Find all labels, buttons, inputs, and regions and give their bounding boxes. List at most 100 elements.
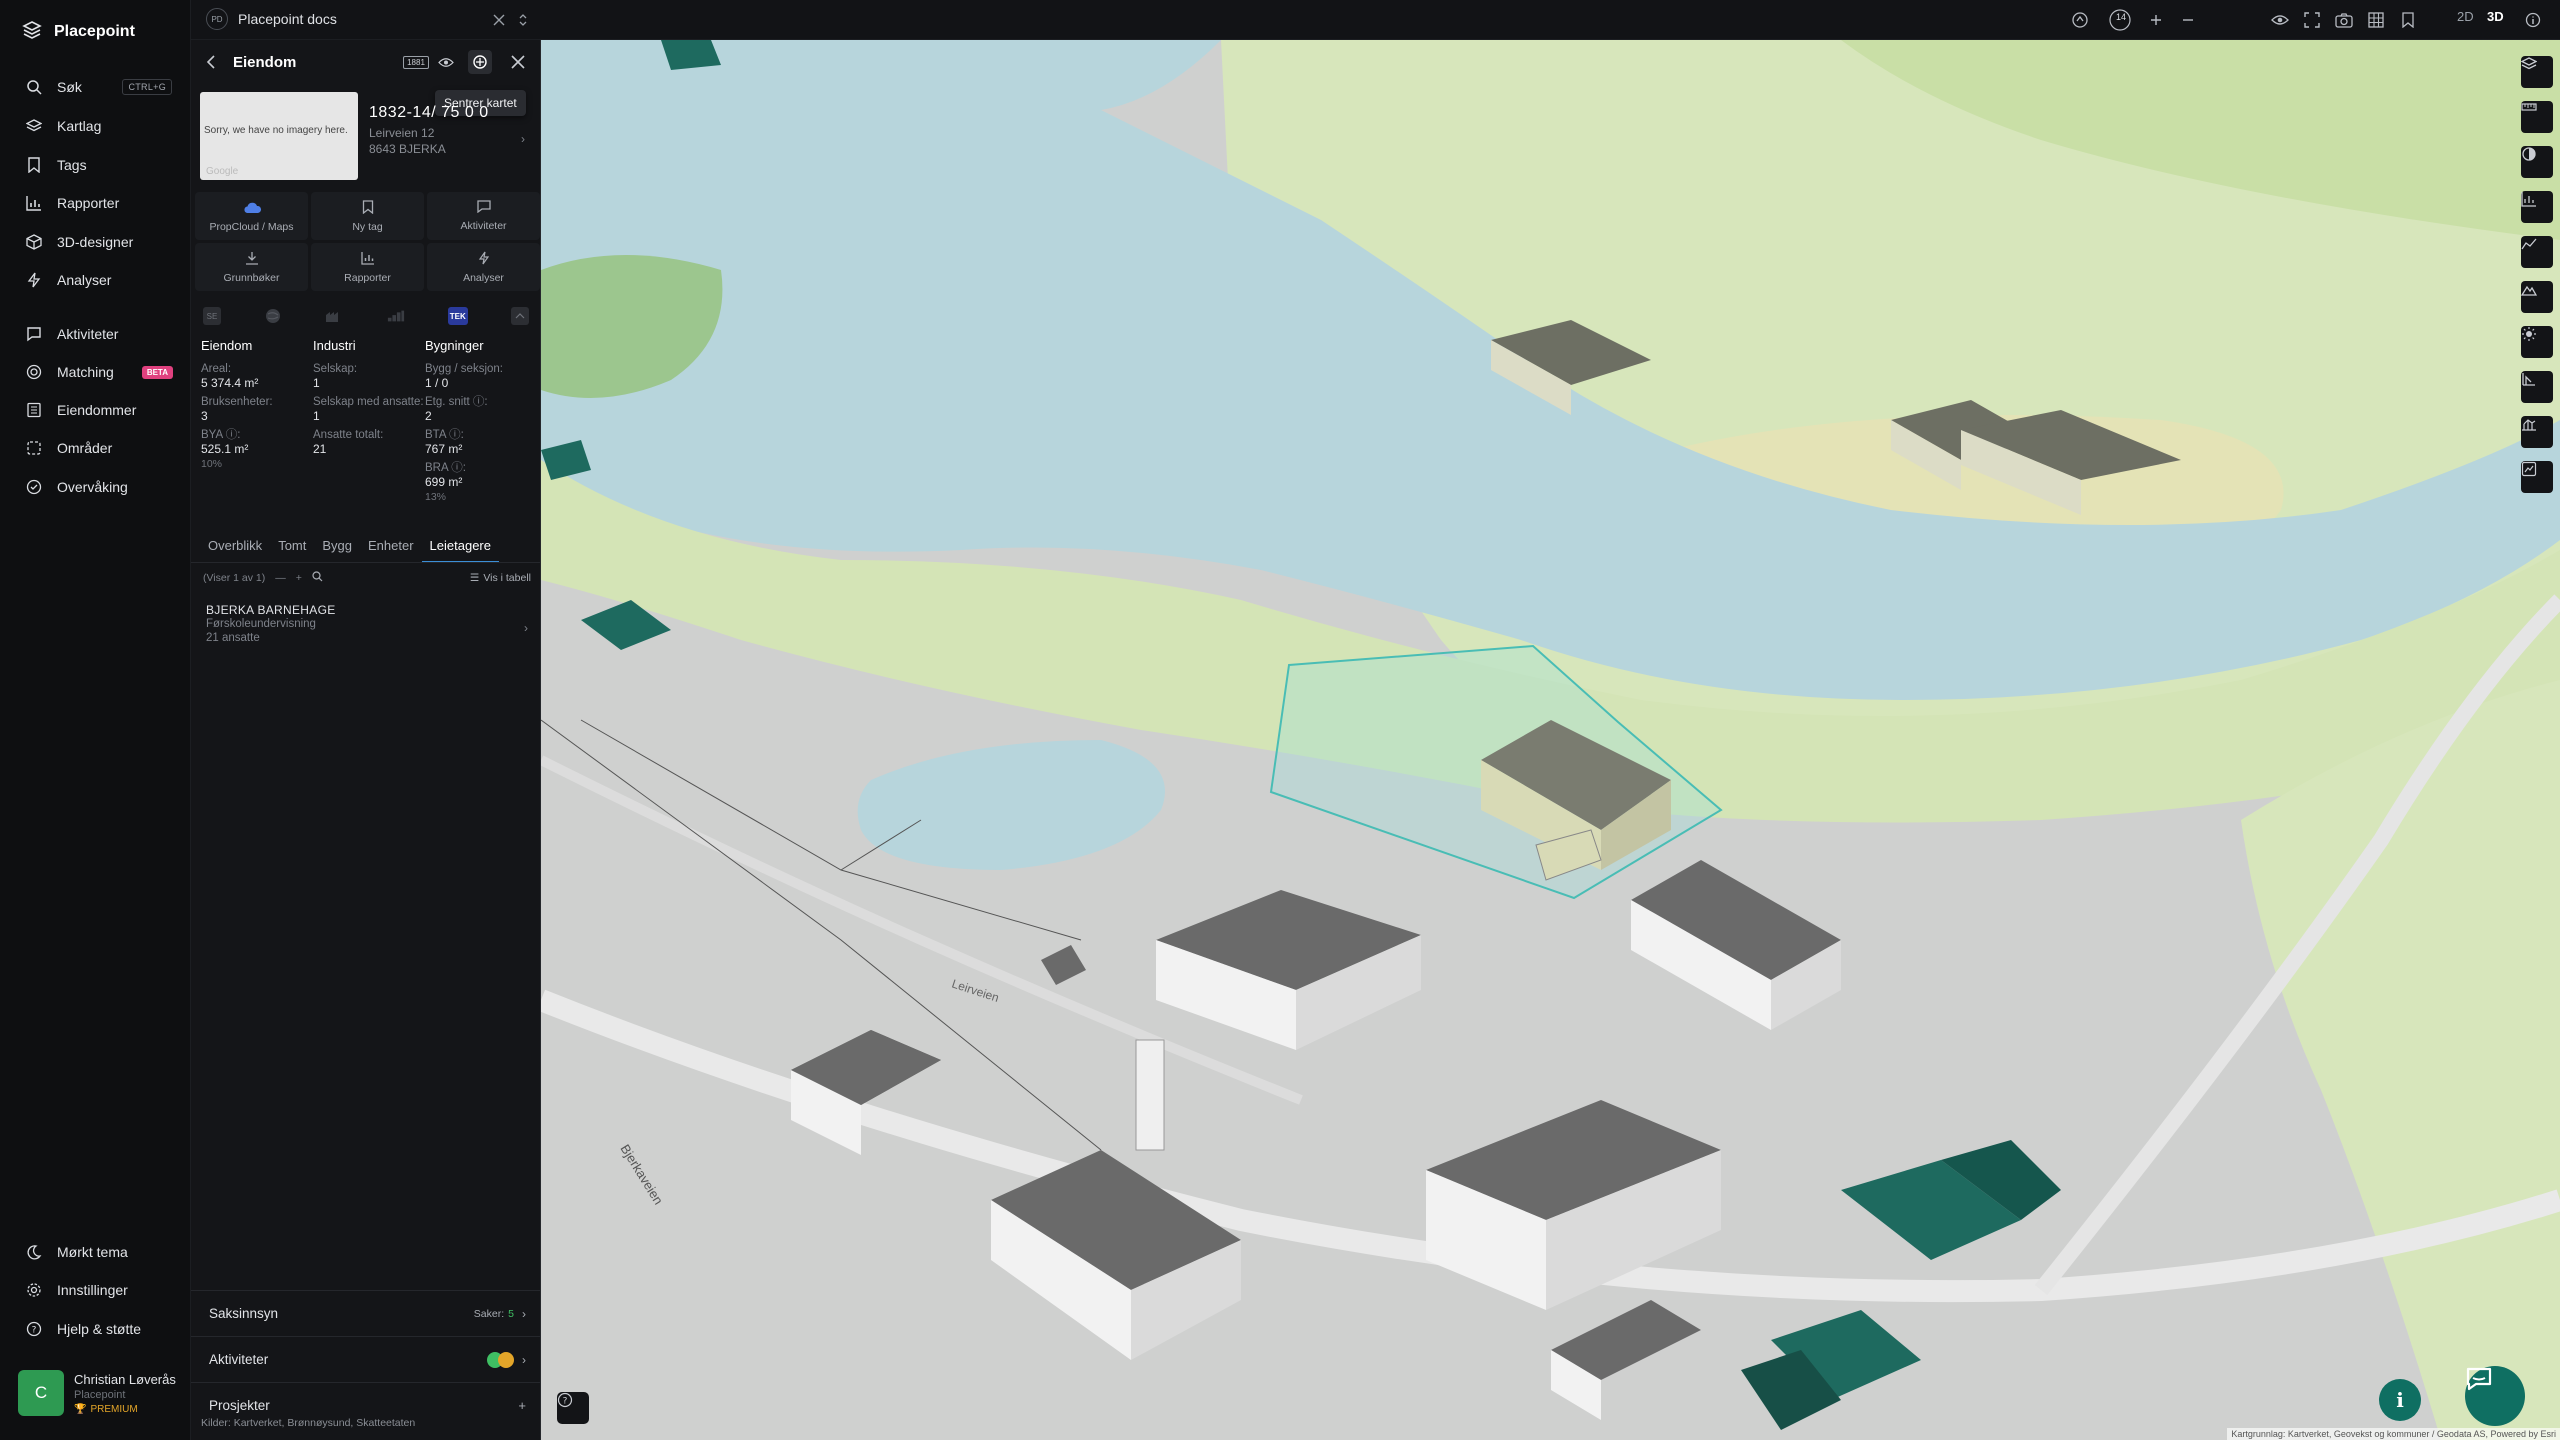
shadow-tool-button[interactable] bbox=[2521, 146, 2553, 178]
tab-overblikk[interactable]: Overblikk bbox=[200, 535, 270, 563]
add-icon[interactable]: + bbox=[296, 572, 302, 584]
analyses-button[interactable]: Analyser bbox=[427, 243, 540, 291]
land-registry-button[interactable]: Grunnbøker bbox=[195, 243, 308, 291]
nav-item-tags[interactable]: Tags bbox=[0, 147, 190, 183]
chevron-right-icon[interactable]: › bbox=[521, 132, 525, 146]
nav-item-3d-designer[interactable]: 3D-designer bbox=[0, 224, 190, 260]
propcloud-button[interactable]: PropCloud / Maps bbox=[195, 192, 308, 240]
buildings-icon[interactable] bbox=[387, 307, 405, 325]
user-profile[interactable]: C Christian Løverås Placepoint 🏆 PREMIUM bbox=[18, 1370, 176, 1416]
action-label: Analyser bbox=[463, 271, 504, 284]
trophy-icon: 🏆 bbox=[74, 1403, 87, 1415]
eye-icon[interactable] bbox=[434, 50, 458, 74]
aktiviteter-section[interactable]: Aktiviteter › bbox=[191, 1336, 541, 1382]
map-view-3d[interactable]: Bjerkaveien Leirveien ? i Kartgrunnlag: … bbox=[541, 40, 2560, 1440]
column-heading: Bygninger bbox=[425, 338, 484, 353]
activities-button[interactable]: Aktiviteter bbox=[427, 192, 540, 240]
measure-tool-button[interactable] bbox=[2521, 101, 2553, 133]
list-icon: ☰ bbox=[469, 572, 480, 584]
close-panel-icon[interactable] bbox=[506, 50, 530, 74]
more-sources-icon[interactable] bbox=[510, 307, 529, 325]
credit-bronnoysund[interactable]: Brønnøysund, bbox=[287, 1417, 353, 1429]
reports-button[interactable]: Rapporter bbox=[311, 243, 424, 291]
nav-item-rapporter[interactable]: Rapporter bbox=[0, 185, 190, 221]
nav-item-kartlag[interactable]: Kartlag bbox=[0, 108, 190, 144]
area-tool-button[interactable] bbox=[2521, 371, 2553, 403]
chat-button[interactable] bbox=[2465, 1366, 2525, 1426]
close-icon[interactable] bbox=[487, 8, 511, 32]
workspace-tab[interactable]: PD Placepoint docs bbox=[206, 8, 337, 30]
bookmark-icon[interactable] bbox=[2396, 8, 2420, 32]
saker-label: Saker: bbox=[473, 1307, 505, 1320]
profile-tool-button[interactable] bbox=[2521, 236, 2553, 268]
info-button[interactable]: i bbox=[2379, 1379, 2421, 1421]
view-2d-toggle[interactable]: 2D bbox=[2457, 9, 2474, 24]
nav-item-eiendommer[interactable]: Eiendommer bbox=[0, 392, 190, 428]
beta-badge: BETA bbox=[141, 365, 173, 379]
list-status: (Viser 1 av 1) bbox=[203, 572, 266, 584]
bruksenheter-label: Bruksenheter: bbox=[201, 396, 273, 408]
brand-name: Placepoint bbox=[54, 23, 135, 40]
nav-item-omrader[interactable]: Områder bbox=[0, 430, 190, 466]
info-icon[interactable] bbox=[2521, 8, 2545, 32]
nav-item-sok[interactable]: Søk CTRL+G bbox=[0, 69, 190, 105]
chart-tool-button[interactable] bbox=[2521, 191, 2553, 223]
street-view-thumbnail[interactable]: Sorry, we have no imagery here. Google bbox=[200, 92, 358, 180]
search-icon[interactable] bbox=[312, 571, 323, 585]
tenant-row[interactable]: BJERKA BARNEHAGE Førskoleundervisning 21… bbox=[206, 603, 528, 645]
tab-enheter[interactable]: Enheter bbox=[360, 535, 422, 563]
elevation-tool-button[interactable] bbox=[2521, 281, 2553, 313]
moon-icon bbox=[25, 1243, 43, 1261]
volume-tool-button[interactable] bbox=[2521, 416, 2553, 448]
globe-icon[interactable] bbox=[264, 307, 282, 325]
tab-bygg[interactable]: Bygg bbox=[314, 535, 360, 563]
eye-icon[interactable] bbox=[2268, 8, 2292, 32]
property-address[interactable]: 1832-14/ 75 0 0 Leirveien 12 8643 BJERKA bbox=[369, 104, 489, 156]
add-icon[interactable]: + bbox=[518, 1398, 526, 1413]
property-id: 1832-14/ 75 0 0 bbox=[369, 104, 489, 121]
export-tool-button[interactable] bbox=[2521, 461, 2553, 493]
zoom-in-icon[interactable] bbox=[2144, 8, 2168, 32]
sun-tool-button[interactable] bbox=[2521, 326, 2553, 358]
source-se-icon[interactable]: SE bbox=[203, 307, 221, 325]
layers-icon bbox=[25, 117, 43, 135]
tab-tomt[interactable]: Tomt bbox=[270, 535, 314, 563]
collapse-icon[interactable]: — bbox=[275, 572, 286, 584]
zoom-out-icon[interactable] bbox=[2176, 8, 2200, 32]
badge-1881-button[interactable]: 1881 bbox=[402, 50, 430, 74]
share-icon[interactable] bbox=[2068, 8, 2092, 32]
show-in-table-button[interactable]: ☰ Vis i tabell bbox=[470, 572, 531, 584]
nav-item-help[interactable]: ? Hjelp & støtte bbox=[0, 1311, 190, 1347]
nav-item-overvaking[interactable]: Overvåking bbox=[0, 469, 190, 505]
credit-skatteetaten[interactable]: Skatteetaten bbox=[356, 1417, 415, 1429]
credits-label: Kilder: bbox=[201, 1417, 231, 1429]
chevron-updown-icon[interactable] bbox=[511, 8, 535, 32]
credit-kartverket[interactable]: Kartverket, bbox=[234, 1417, 285, 1429]
tek-icon[interactable]: TEK bbox=[447, 307, 468, 325]
fullscreen-icon[interactable] bbox=[2300, 8, 2324, 32]
workspace-name: Placepoint docs bbox=[238, 11, 337, 27]
map-help-button[interactable]: ? bbox=[557, 1392, 589, 1424]
brand[interactable]: Placepoint bbox=[22, 20, 135, 44]
layers-tool-button[interactable] bbox=[2521, 56, 2553, 88]
grid-icon[interactable] bbox=[2364, 8, 2388, 32]
nav-item-label: Rapporter bbox=[57, 195, 120, 211]
bta-label: BTA ⓘ: bbox=[425, 429, 464, 441]
saksinnsyn-section[interactable]: Saksinnsyn Saker: 5 › bbox=[191, 1290, 541, 1336]
nav-item-aktiviteter[interactable]: Aktiviteter bbox=[0, 316, 190, 352]
chevron-right-icon: › bbox=[524, 621, 528, 635]
user-org: Placepoint bbox=[74, 1388, 126, 1401]
tab-leietagere[interactable]: Leietagere bbox=[421, 535, 499, 563]
new-tag-button[interactable]: Ny tag bbox=[311, 192, 424, 240]
map-canvas[interactable]: Bjerkaveien Leirveien bbox=[541, 40, 2560, 1440]
nav-item-settings[interactable]: Innstillinger bbox=[0, 1272, 190, 1308]
center-map-button[interactable] bbox=[468, 50, 492, 74]
view-3d-toggle[interactable]: 3D bbox=[2487, 9, 2504, 24]
nav-item-matching[interactable]: Matching BETA bbox=[0, 354, 190, 390]
nav-item-dark-theme[interactable]: Mørkt tema bbox=[0, 1234, 190, 1270]
help-icon: ? bbox=[25, 1320, 43, 1338]
nav-item-analyser[interactable]: Analyser bbox=[0, 262, 190, 298]
industry-icon[interactable] bbox=[325, 307, 343, 325]
back-chevron-icon[interactable] bbox=[199, 50, 223, 74]
camera-icon[interactable] bbox=[2332, 8, 2356, 32]
